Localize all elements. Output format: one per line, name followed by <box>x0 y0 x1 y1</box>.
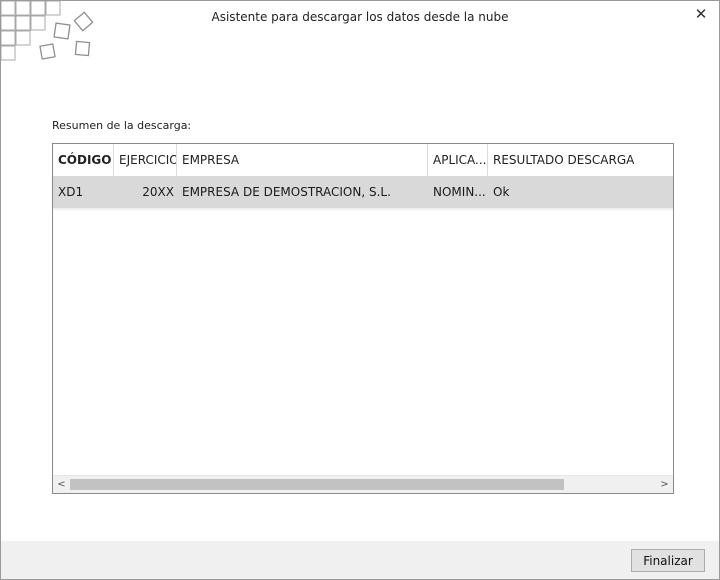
column-header-empresa[interactable]: EMPRESA <box>177 144 428 176</box>
close-icon[interactable]: ✕ <box>691 4 711 24</box>
cell-resultado: Ok <box>493 185 510 199</box>
column-header-resultado[interactable]: RESULTADO DESCARGA <box>488 144 673 176</box>
scroll-left-icon[interactable]: < <box>53 476 70 493</box>
cell-ejercicio: 20XX <box>142 185 174 199</box>
column-header-ejercicio[interactable]: EJERCICIO <box>114 144 177 176</box>
horizontal-scrollbar[interactable]: < > <box>53 475 673 493</box>
cell-aplicacion: NOMIN... <box>433 185 486 199</box>
window-title: Asistente para descargar los datos desde… <box>211 10 509 24</box>
cell-empresa: EMPRESA DE DEMOSTRACION, S.L. <box>182 185 391 199</box>
grid-header: CÓDIGO EJERCICIO EMPRESA APLICA... RESUL… <box>53 144 673 177</box>
column-header-codigo[interactable]: CÓDIGO <box>53 144 114 176</box>
cell-codigo: XD1 <box>58 185 84 199</box>
summary-label: Resumen de la descarga: <box>52 119 192 132</box>
finalizar-button[interactable]: Finalizar <box>631 549 705 572</box>
scrollbar-thumb[interactable] <box>70 479 564 490</box>
column-header-aplicacion[interactable]: APLICA... <box>428 144 488 176</box>
wizard-window: Asistente para descargar los datos desde… <box>0 0 720 580</box>
download-results-grid[interactable]: CÓDIGO EJERCICIO EMPRESA APLICA... RESUL… <box>52 143 674 494</box>
footer-bar: Finalizar <box>1 541 719 579</box>
table-row[interactable]: XD1 20XX EMPRESA DE DEMOSTRACION, S.L. N… <box>53 176 673 210</box>
scroll-right-icon[interactable]: > <box>656 476 673 493</box>
